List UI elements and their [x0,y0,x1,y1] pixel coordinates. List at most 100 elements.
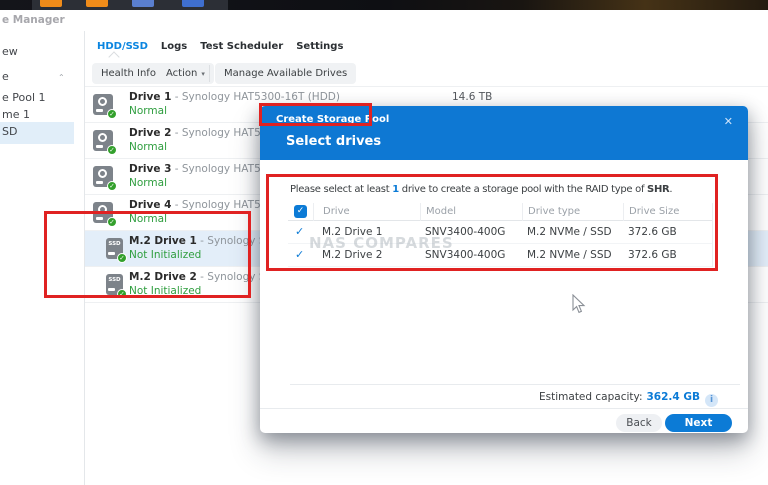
back-button[interactable]: Back [616,414,662,432]
health-info-button[interactable]: Health Info [92,63,165,84]
chevron-up-icon[interactable]: ⌃ [58,68,65,87]
hdd-icon: ✓ [93,166,117,191]
manage-available-drives-button[interactable]: Manage Available Drives [215,63,357,84]
cell-drive-size: 372.6 GB [623,221,713,244]
sidebar-item-label: e Pool 1 [2,91,46,104]
tab-logs[interactable]: Logs [161,41,187,52]
select-all-checkbox[interactable]: ✓ [294,205,307,218]
hdd-icon: ✓ [93,202,117,227]
divider [290,384,740,385]
close-icon[interactable]: ✕ [724,115,733,128]
drive-status: Normal [129,177,167,189]
column-header-drive-type: Drive type [522,203,623,221]
drive-status: Not Initialized [129,285,202,297]
drive-name: Drive 4 [129,199,172,211]
storage-manager-screen: e Manager ew e ⌃ e Pool 1 me 1 SD HDD/SS… [0,0,768,485]
manage-available-drives-label: Manage Available Drives [224,68,348,79]
ssd-icon: SSD ✓ [106,238,127,263]
info-icon[interactable]: i [705,394,718,407]
drive-model: - Synology HAT5300-16T (HDD) [174,91,340,103]
ssd-icon-label: SSD [108,277,121,283]
estimated-capacity-value: 362.4 GB [646,391,701,403]
row-checkbox-checked[interactable]: ✓ [295,225,304,238]
select-all-column: ✓ [288,203,313,221]
drive-name: M.2 Drive 2 [129,271,197,283]
drive-name: Drive 1 [129,91,172,103]
tab-test-scheduler[interactable]: Test Scheduler [200,41,283,52]
cell-model: SNV3400-400G [425,226,506,238]
sidebar-item-label: SD [2,125,18,138]
dialog-instruction: Please select at least 1 drive to create… [290,184,673,195]
divider [260,408,748,409]
cell-drive-size: 372.6 GB [623,244,713,267]
drive-name: Drive 2 [129,127,172,139]
action-label: Action [166,68,198,79]
drive-name: M.2 Drive 1 [129,235,197,247]
window-title: e Manager [2,14,65,26]
hdd-icon: ✓ [93,130,117,155]
estimated-capacity-label: Estimated capacity: [539,391,643,403]
column-header-drive: Drive [313,203,420,221]
min-drive-count: 1 [392,184,399,195]
status-ok-badge-icon: ✓ [107,181,117,191]
sidebar: ew e ⌃ e Pool 1 me 1 SD [0,31,85,485]
cell-drive-type: M.2 NVMe / SSD [527,249,612,261]
row-checkbox-checked[interactable]: ✓ [295,248,304,261]
toolbar-separator [209,65,210,82]
status-ok-badge-icon: ✓ [117,289,127,299]
taskbar-app-icon-2[interactable] [86,0,108,7]
status-ok-badge-icon: ✓ [107,145,117,155]
tab-settings[interactable]: Settings [296,41,343,52]
status-ok-badge-icon: ✓ [107,109,117,119]
dialog-header: Create Storage Pool ✕ Select drives [260,106,748,160]
create-storage-pool-dialog: Create Storage Pool ✕ Select drives Plea… [260,106,748,433]
taskbar-app-icon-4[interactable] [182,0,204,7]
sidebar-item-overview[interactable]: ew [0,42,74,62]
table-header-row: ✓ Drive Model Drive type Drive Size [288,203,713,221]
instruction-text: Please select at least [290,184,393,195]
drive-name: Drive 3 [129,163,172,175]
column-header-drive-size: Drive Size [623,203,713,221]
dialog-step-title: Select drives [286,134,382,149]
table-row[interactable]: ✓ M.2 Drive 2 SNV3400-400G M.2 NVMe / SS… [288,244,713,267]
chevron-down-icon: ▾ [201,70,205,78]
status-ok-badge-icon: ✓ [107,217,117,227]
action-button[interactable]: Action ▾ [157,63,214,84]
active-tab-caret [108,51,120,63]
estimated-capacity: Estimated capacity: 362.4 GB i [539,391,718,407]
desktop-taskbar [0,0,768,10]
ssd-icon: SSD ✓ [106,274,127,299]
window-titlebar: e Manager [0,10,768,31]
sidebar-item-hdd-ssd[interactable]: SD [0,122,74,144]
status-ok-badge-icon: ✓ [117,253,127,263]
sidebar-item-label: e [2,70,9,83]
hdd-icon: ✓ [93,94,117,119]
tab-hdd-ssd[interactable]: HDD/SSD [97,41,148,52]
drive-list: ✓ Drive 1 - Synology HAT5300-16T (HDD) N… [85,86,768,303]
raid-type: SHR [647,184,670,195]
ssd-icon-label: SSD [108,241,121,247]
next-button[interactable]: Next [665,414,732,432]
sidebar-item-label: me 1 [2,108,30,121]
cell-model: SNV3400-400G [425,249,506,261]
health-info-label: Health Info [101,68,156,79]
drive-status: Normal [129,213,167,225]
sidebar-item-label: ew [2,45,18,58]
table-row[interactable]: ✓ M.2 Drive 1 SNV3400-400G M.2 NVMe / SS… [288,221,713,244]
drive-capacity: 14.6 TB [452,91,493,103]
column-header-model: Model [420,203,522,221]
dialog-title: Create Storage Pool [276,114,390,125]
drive-status: Normal [129,141,167,153]
instruction-text: drive to create a storage pool with the … [398,184,648,195]
taskbar-app-icon-1[interactable] [40,0,62,7]
drive-select-table: ✓ Drive Model Drive type Drive Size ✓ M.… [288,203,713,267]
cell-drive: M.2 Drive 1 [322,226,383,238]
tab-bar: HDD/SSD Logs Test Scheduler Settings [97,41,343,52]
cell-drive-type: M.2 NVMe / SSD [527,226,612,238]
sidebar-item-storage[interactable]: e ⌃ [0,67,74,87]
taskbar-app-icon-3[interactable] [132,0,154,7]
cell-drive: M.2 Drive 2 [322,249,383,261]
instruction-text: . [669,184,673,195]
drive-status: Not Initialized [129,249,202,261]
drive-status: Normal [129,105,167,117]
